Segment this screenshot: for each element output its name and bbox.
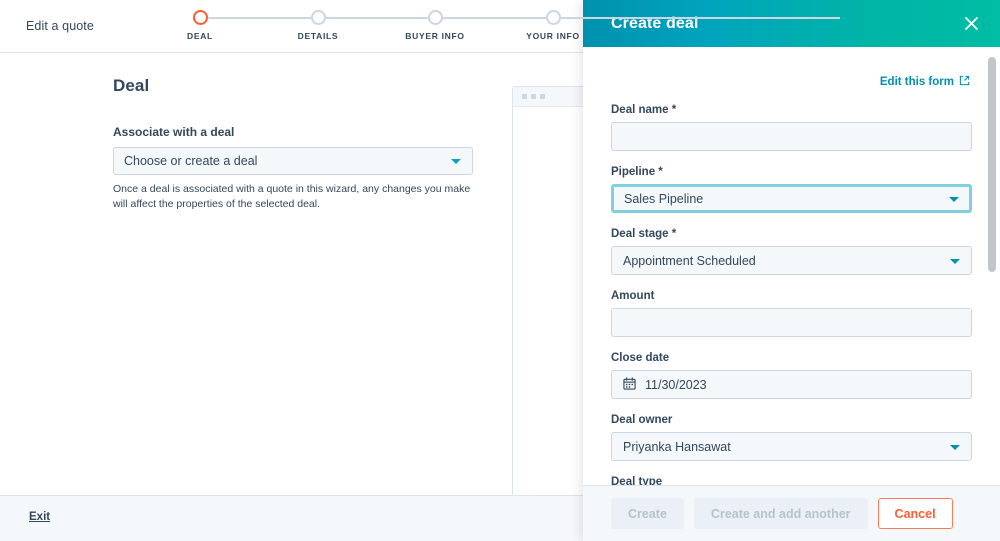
field-value: Sales Pipeline — [624, 191, 704, 206]
step-dot-icon — [192, 10, 208, 25]
wizard-step-label: DEAL — [187, 31, 213, 41]
section-heading: Deal — [113, 76, 150, 95]
field-deal-owner: Deal owner Priyanka Hansawat — [611, 414, 972, 461]
associate-deal-help-text: Once a deal is associated with a quote i… — [113, 183, 471, 210]
pipeline-select[interactable]: Sales Pipeline — [611, 184, 972, 213]
panel-scrollbar[interactable] — [988, 47, 996, 485]
wizard-step-buyer-info[interactable]: BUYER INFO — [375, 10, 495, 41]
chevron-down-icon — [451, 159, 461, 164]
cancel-button[interactable]: Cancel — [877, 498, 953, 529]
wizard-step-label: BUYER INFO — [405, 31, 465, 41]
create-and-add-another-button[interactable]: Create and add another — [693, 498, 868, 529]
edit-form-row: Edit this form — [611, 47, 972, 89]
field-label: Deal name * — [611, 104, 677, 116]
panel-footer: Create Create and add another Cancel — [583, 485, 1000, 541]
edit-this-form-link[interactable]: Edit this form — [880, 75, 970, 89]
field-close-date: Close date 11/30/2023 — [611, 352, 972, 399]
field-deal-type-label: Deal type — [611, 476, 663, 485]
field-label: Close date — [611, 352, 670, 364]
exit-link[interactable]: Exit — [29, 511, 50, 523]
field-value: Priyanka Hansawat — [623, 439, 731, 454]
deal-section: Deal Associate with a deal Choose or cre… — [113, 76, 493, 212]
amount-input[interactable] — [611, 308, 972, 337]
step-dot-icon — [310, 10, 326, 25]
field-label: Amount — [611, 290, 655, 302]
field-deal-name: Deal name * — [611, 104, 972, 151]
window-dot-icon — [540, 94, 545, 99]
page-title: Edit a quote — [26, 19, 94, 33]
field-label: Deal owner — [611, 414, 673, 426]
wizard-step-details[interactable]: DETAILS — [258, 10, 378, 41]
deal-stage-select[interactable]: Appointment Scheduled — [611, 246, 972, 275]
wizard-step-deal[interactable]: DEAL — [140, 10, 260, 41]
field-label: Pipeline * — [611, 166, 663, 178]
deal-owner-select[interactable]: Priyanka Hansawat — [611, 432, 972, 461]
calendar-icon — [623, 376, 636, 393]
chevron-down-icon — [950, 258, 960, 264]
chevron-down-icon — [950, 444, 960, 450]
create-button[interactable]: Create — [611, 498, 684, 529]
deal-name-input[interactable] — [611, 122, 972, 151]
associate-deal-value: Choose or create a deal — [124, 154, 258, 168]
associate-deal-label: Associate with a deal — [113, 125, 235, 139]
field-value: Appointment Scheduled — [623, 253, 756, 268]
chevron-down-icon — [949, 196, 959, 202]
stepper-track — [200, 17, 840, 19]
edit-this-form-label: Edit this form — [879, 76, 954, 88]
associate-deal-select[interactable]: Choose or create a deal — [113, 147, 473, 175]
window-dot-icon — [522, 94, 527, 99]
step-dot-icon — [427, 10, 443, 25]
field-deal-stage: Deal stage * Appointment Scheduled — [611, 228, 972, 275]
panel-header: Create deal — [583, 0, 1000, 47]
window-dot-icon — [531, 94, 536, 99]
step-dot-icon — [545, 10, 561, 25]
field-pipeline: Pipeline * Sales Pipeline — [611, 166, 972, 213]
external-link-icon — [959, 75, 970, 89]
scrollbar-thumb[interactable] — [988, 57, 996, 272]
field-value: 11/30/2023 — [645, 377, 707, 392]
close-date-input[interactable]: 11/30/2023 — [611, 370, 972, 399]
field-amount: Amount — [611, 290, 972, 337]
field-label: Deal stage * — [611, 228, 677, 240]
wizard-step-label: DETAILS — [297, 31, 339, 41]
create-deal-panel: Create deal Edit this form Deal name * P… — [583, 0, 1000, 541]
panel-body: Edit this form Deal name * Pipeline * Sa… — [583, 47, 1000, 485]
close-icon[interactable] — [960, 13, 982, 35]
